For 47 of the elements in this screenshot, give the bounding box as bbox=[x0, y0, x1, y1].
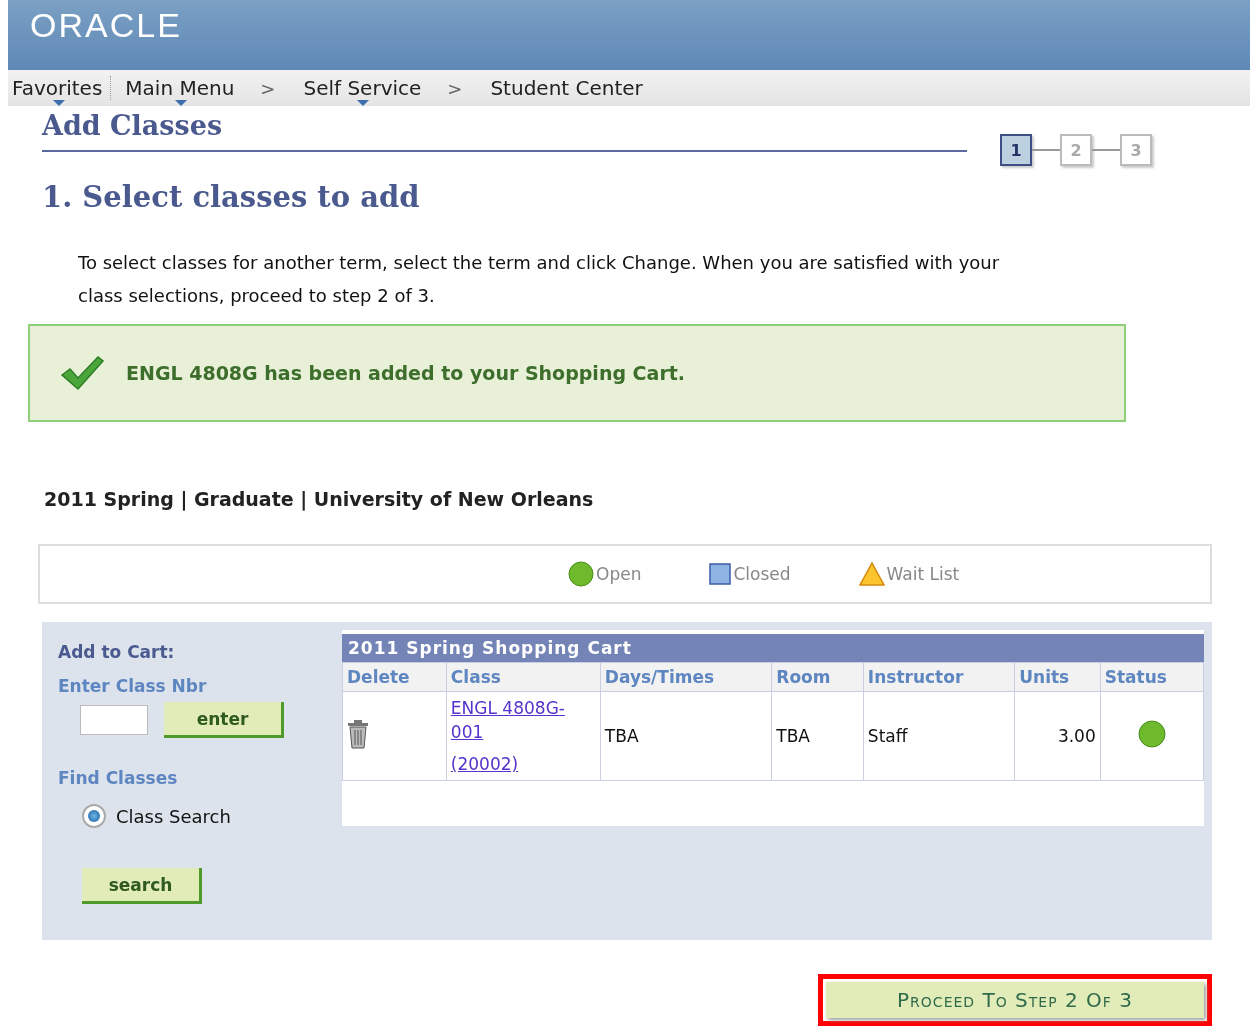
step-heading: 1. Select classes to add bbox=[42, 180, 421, 214]
legend-label: Wait List bbox=[886, 564, 960, 584]
proceed-button[interactable]: Proceed To Step 2 Of 3 bbox=[826, 982, 1204, 1018]
class-link[interactable]: 001 bbox=[450, 720, 596, 744]
open-status-icon bbox=[568, 561, 594, 587]
class-number-field[interactable] bbox=[80, 705, 148, 735]
trash-icon[interactable] bbox=[347, 719, 369, 749]
page-title: Add Classes bbox=[42, 109, 224, 143]
column-header: Delete bbox=[342, 662, 447, 692]
logo: ORACLE bbox=[30, 5, 182, 45]
find-classes-label: Find Classes bbox=[58, 768, 179, 788]
breadcrumb-link[interactable]: Favorites bbox=[8, 76, 112, 100]
step-indicator: 1 bbox=[1000, 134, 1032, 166]
step-indicator: 3 bbox=[1120, 134, 1152, 166]
class-link[interactable]: ENGL 4808G- bbox=[450, 696, 596, 720]
search-button[interactable]: search bbox=[82, 868, 202, 904]
instructions-text: To select classes for another term, select the term and click Change. When you are satisfied with your class selections, proceed to step 2 of 3. bbox=[78, 251, 1001, 308]
class-link[interactable]: (20002) bbox=[450, 752, 596, 776]
term-info: 2011 Spring | Graduate | University of New Orleans bbox=[44, 488, 595, 510]
table-cell: Staff bbox=[863, 691, 1015, 781]
radio-button[interactable] bbox=[82, 804, 106, 828]
breadcrumb-separator: > bbox=[447, 77, 463, 99]
table-cell: TBA bbox=[771, 691, 864, 781]
breadcrumb-link[interactable]: Main Menu bbox=[119, 76, 243, 100]
legend-label: Open bbox=[596, 564, 642, 584]
column-header: Units bbox=[1014, 662, 1101, 692]
add-to-cart-label: Add to Cart: bbox=[58, 642, 176, 662]
breadcrumb-separator: > bbox=[260, 77, 276, 99]
class-number-label: Enter Class Nbr bbox=[58, 676, 208, 696]
step-indicator: 2 bbox=[1060, 134, 1092, 166]
breadcrumb-link[interactable]: Student Center bbox=[484, 76, 651, 100]
closed-status-icon bbox=[709, 563, 732, 585]
legend-label: Closed bbox=[733, 564, 791, 584]
column-header: Days/Times bbox=[600, 662, 772, 692]
radio-label: Class Search bbox=[116, 805, 231, 827]
warning-icon bbox=[858, 562, 885, 586]
checkmark-icon bbox=[60, 355, 104, 391]
breadcrumb-link[interactable]: Self Service bbox=[297, 76, 430, 100]
column-header: Instructor bbox=[863, 662, 1015, 692]
column-header: Room bbox=[771, 662, 864, 692]
table-cell: TBA bbox=[600, 691, 772, 781]
column-header: Class bbox=[446, 662, 601, 692]
column-header: Status bbox=[1100, 662, 1204, 692]
cart-title: 2011 Spring Shopping Cart bbox=[342, 634, 1204, 662]
enter-button[interactable]: enter bbox=[164, 702, 284, 738]
success-message: ENGL 4808G has been added to your Shopping Cart. bbox=[126, 362, 686, 384]
table-cell: 3.00 bbox=[1014, 691, 1101, 781]
